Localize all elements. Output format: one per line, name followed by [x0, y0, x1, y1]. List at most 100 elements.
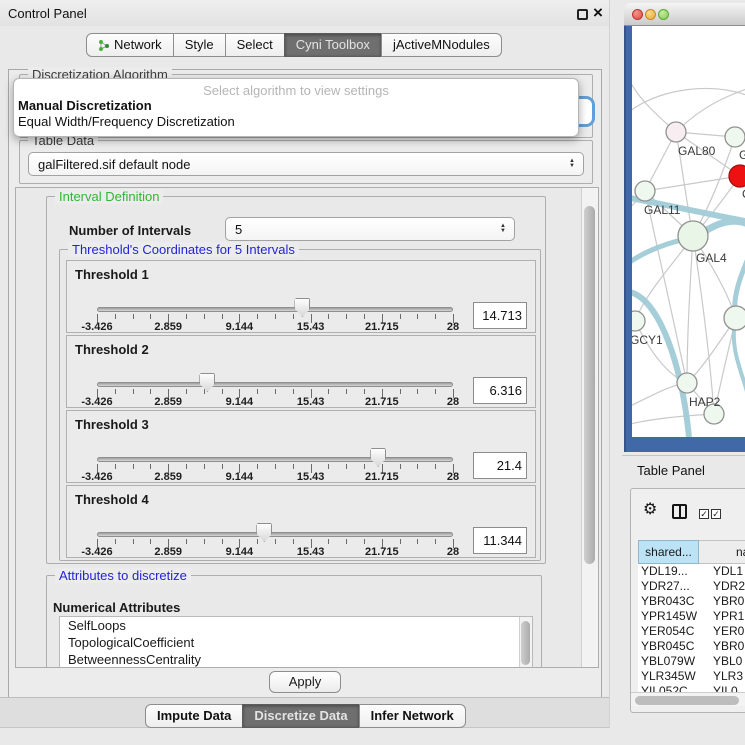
tick-mark: [186, 464, 187, 469]
tick-mark: [150, 389, 151, 394]
zoom-traffic-light[interactable]: [658, 9, 669, 20]
tab-network[interactable]: Network: [86, 33, 174, 57]
node-table[interactable]: shared... na YDL19...YDL1YDR27...YDR2YBR…: [638, 540, 745, 692]
network-node[interactable]: [724, 306, 745, 330]
tick-mark: [222, 314, 223, 319]
close-traffic-light[interactable]: [632, 9, 643, 20]
tick-label: 21.715: [365, 471, 399, 483]
tick-label: 2.859: [154, 321, 182, 333]
tick-label: 9.144: [226, 471, 254, 483]
tick-mark: [150, 464, 151, 469]
attributes-list[interactable]: SelfLoopsTopologicalCoefficientBetweenne…: [59, 616, 533, 668]
table-row[interactable]: YDL19...YDL1: [638, 564, 745, 579]
tick-label: -3.426: [81, 396, 112, 408]
slider-thumb[interactable]: [370, 448, 386, 467]
network-window-titlebar: [624, 3, 745, 26]
table-row[interactable]: YDR27...YDR2: [638, 579, 745, 594]
close-icon[interactable]: ×: [593, 3, 603, 23]
tick-mark: [417, 389, 418, 394]
network-node[interactable]: [666, 122, 686, 142]
tick-mark: [115, 389, 116, 394]
numerical-attributes-label: Numerical Attributes: [53, 600, 180, 615]
network-node[interactable]: [677, 373, 697, 393]
horizontal-scrollbar[interactable]: [631, 692, 745, 706]
tab-style[interactable]: Style: [173, 33, 226, 57]
tick-mark: [275, 539, 276, 544]
gear-icon[interactable]: ⚙: [643, 499, 657, 519]
tab-infer-network[interactable]: Infer Network: [359, 704, 466, 728]
tab-label: Impute Data: [157, 705, 231, 727]
tick-mark: [150, 539, 151, 544]
tick-mark: [275, 464, 276, 469]
slider-track[interactable]: [97, 307, 453, 312]
vertical-scrollbar[interactable]: [581, 188, 598, 667]
tick-mark: [435, 539, 436, 544]
dropdown-option[interactable]: Equal Width/Frequency Discretization: [14, 114, 578, 130]
apply-button[interactable]: Apply: [269, 671, 341, 693]
table-row[interactable]: YLR345WYLR3: [638, 669, 745, 684]
node-label: G: [739, 148, 745, 162]
table-row[interactable]: YBR045CYBR0: [638, 639, 745, 654]
float-window-icon[interactable]: [577, 9, 588, 20]
tick-mark: [346, 389, 347, 394]
tab-select[interactable]: Select: [225, 33, 285, 57]
table-row[interactable]: YER054CYER0: [638, 624, 745, 639]
table-row[interactable]: YPR145WYPR1: [638, 609, 745, 624]
column-header-name[interactable]: na: [699, 540, 745, 564]
tab-jactivemnodules[interactable]: jActiveMNodules: [381, 33, 502, 57]
dropdown-option[interactable]: Manual Discretization: [14, 98, 578, 114]
network-node[interactable]: [729, 165, 745, 187]
tick-mark: [204, 539, 205, 544]
attribute-list-item[interactable]: BetweennessCentrality: [60, 651, 532, 668]
column-header-shared-name[interactable]: shared...: [638, 540, 699, 564]
tab-label: Discretize Data: [254, 705, 347, 727]
tick-mark: [222, 464, 223, 469]
minimize-traffic-light[interactable]: [645, 9, 656, 20]
attribute-list-item[interactable]: SelfLoops: [60, 617, 532, 634]
tick-label: -3.426: [81, 321, 112, 333]
network-node[interactable]: [632, 311, 645, 331]
num-intervals-combo[interactable]: 5 ▲▼: [225, 217, 515, 241]
threshold-value-field[interactable]: [473, 377, 527, 404]
tick-mark: [328, 464, 329, 469]
tick-mark: [133, 314, 134, 319]
threshold-value-field[interactable]: [473, 452, 527, 479]
cell-shared-name: YLR345W: [641, 669, 696, 684]
cell-name: YDR2: [713, 579, 745, 594]
tick-mark: [222, 389, 223, 394]
threshold-box: Threshold 3-3.4262.8599.14415.4321.71528: [66, 410, 536, 483]
cell-shared-name: YBR045C: [641, 639, 694, 654]
tick-mark: [293, 539, 294, 544]
tick-mark: [133, 389, 134, 394]
node-label: GCY1: [632, 333, 663, 347]
slider-thumb[interactable]: [294, 298, 310, 317]
network-node[interactable]: [678, 221, 708, 251]
scrollbar-thumb[interactable]: [521, 621, 530, 665]
network-node[interactable]: [725, 127, 745, 147]
network-canvas[interactable]: GAL80GCGAL11GAL4GCY1HHAP2: [632, 26, 745, 437]
slider-track[interactable]: [97, 382, 453, 387]
attribute-list-item[interactable]: TopologicalCoefficient: [60, 634, 532, 651]
tick-label: 9.144: [226, 321, 254, 333]
tab-label: Cyni Toolbox: [296, 34, 370, 56]
table-row[interactable]: YIL052CYIL0: [638, 684, 745, 692]
tab-discretize-data[interactable]: Discretize Data: [242, 704, 359, 728]
checkbox-icon[interactable]: ✓: [711, 509, 721, 519]
tab-impute-data[interactable]: Impute Data: [145, 704, 243, 728]
slider-track[interactable]: [97, 532, 453, 537]
table-data-combo[interactable]: galFiltered.sif default node ▲▼: [28, 152, 584, 176]
slider-track[interactable]: [97, 457, 453, 462]
table-row[interactable]: YBR043CYBR0: [638, 594, 745, 609]
table-row[interactable]: YBL079WYBL0: [638, 654, 745, 669]
network-node[interactable]: [635, 181, 655, 201]
checkbox-icon[interactable]: ✓: [699, 509, 709, 519]
scrollbar-thumb[interactable]: [584, 206, 595, 564]
threshold-value-field[interactable]: [473, 527, 527, 554]
columns-icon[interactable]: [672, 504, 687, 519]
slider-thumb[interactable]: [256, 523, 272, 542]
tab-cyni-toolbox[interactable]: Cyni Toolbox: [284, 33, 382, 57]
list-scrollbar[interactable]: [519, 617, 532, 668]
threshold-value-field[interactable]: [473, 302, 527, 329]
slider-thumb[interactable]: [199, 373, 215, 392]
scrollbar-thumb[interactable]: [635, 696, 739, 705]
